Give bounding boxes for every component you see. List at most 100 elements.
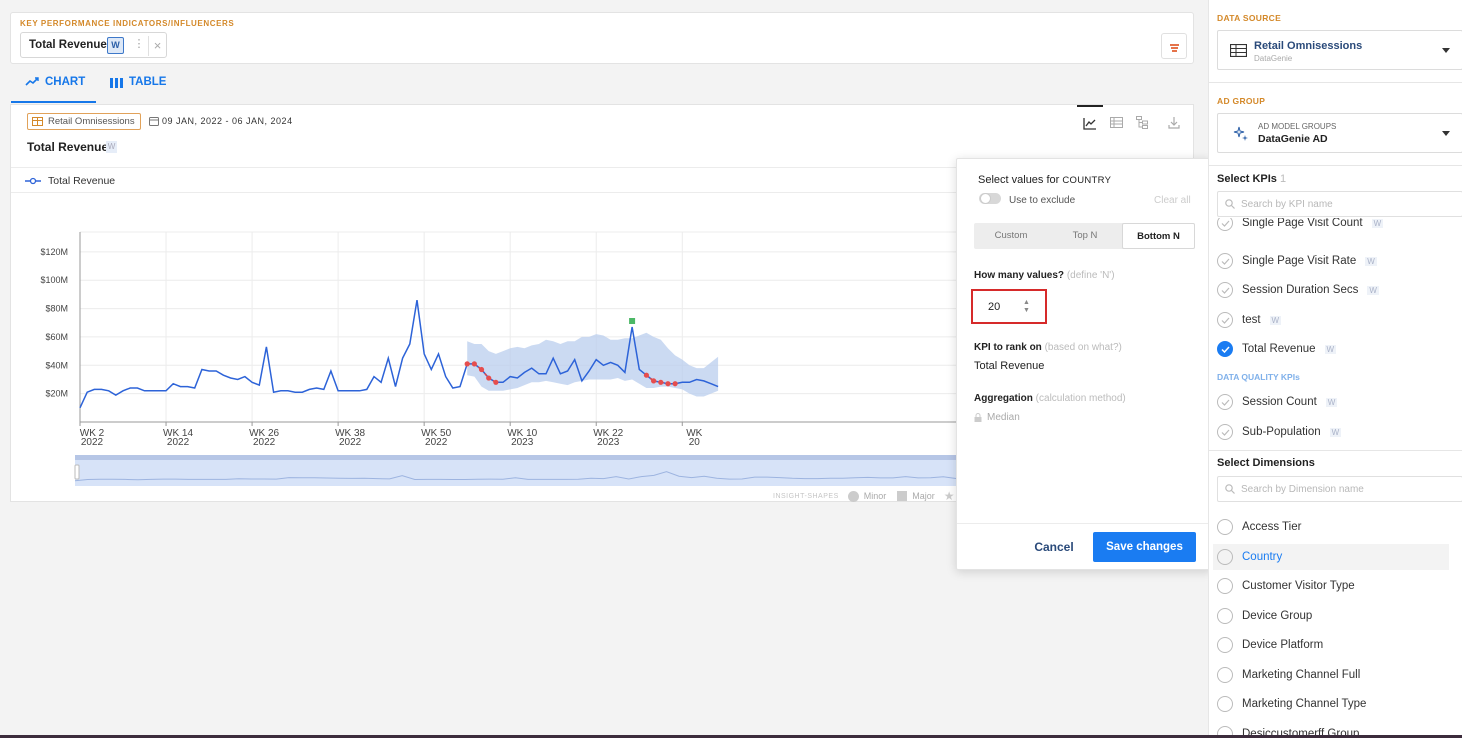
dimension-label: Marketing Channel Full (1242, 669, 1361, 681)
star-icon: ★ (943, 489, 955, 503)
anomaly-minor-point (486, 375, 492, 381)
aggregation-hint: (calculation method) (1035, 393, 1126, 404)
anomaly-minor-point (471, 361, 477, 367)
dimension-label: Customer Visitor Type (1242, 580, 1355, 592)
major-square-icon (897, 491, 908, 501)
dimension-label: Device Platform (1242, 639, 1324, 651)
cancel-button[interactable]: Cancel (1024, 532, 1084, 562)
dq-kpi-item[interactable]: Session Count W (1217, 389, 1449, 415)
insight-minor-label: Minor (863, 491, 887, 501)
n-value[interactable]: 20 (988, 301, 1000, 313)
tab-table-label: TABLE (129, 76, 167, 88)
dq-kpi-item[interactable]: Sub-Population W (1217, 419, 1449, 445)
kpi-chip-badge[interactable]: W (107, 37, 124, 54)
x-tick-year-label: 2022 (167, 437, 190, 448)
check-circle-icon (1217, 253, 1233, 269)
dimension-item[interactable]: Customer Visitor Type (1217, 573, 1449, 599)
check-circle-icon (1217, 394, 1233, 410)
kpi-search-input[interactable]: Search by KPI name (1217, 191, 1462, 217)
ad-group-heading: AD GROUP (1217, 96, 1266, 106)
y-tick-label: $80M (45, 304, 68, 314)
aggregation-value-text: Median (987, 412, 1020, 423)
exclude-toggle-label: Use to exclude (1009, 195, 1076, 206)
kpi-list: Single Page Visit Count W Single Page Vis… (1209, 218, 1462, 366)
tab-chart[interactable]: CHART (11, 65, 96, 103)
segment-custom[interactable]: Custom (974, 223, 1048, 249)
y-tick-label: $40M (45, 360, 68, 370)
kpi-item[interactable]: Single Page Visit Count W (1217, 218, 1449, 236)
data-source-select[interactable]: Retail Omnisessions DataGenie (1217, 30, 1462, 70)
anomaly-minor-point (464, 361, 470, 367)
close-icon[interactable]: × (148, 36, 166, 56)
tab-table[interactable]: TABLE (100, 65, 180, 103)
rank-kpi-value[interactable]: Total Revenue (974, 360, 1044, 372)
insight-legend: INSIGHT-SHAPES Minor Major ★ (773, 489, 955, 503)
select-kpis-title: Select KPIs 1 (1217, 173, 1286, 185)
dimension-label: Device Group (1242, 610, 1313, 622)
radio-circle-icon (1217, 696, 1233, 712)
minor-circle-icon (847, 490, 859, 502)
dimension-item[interactable]: Marketing Channel Type (1217, 691, 1449, 717)
ad-group-name: DataGenie AD (1258, 133, 1328, 145)
kpi-item[interactable]: test W (1217, 307, 1449, 333)
dimension-label: Marketing Channel Type (1242, 698, 1367, 710)
dimension-item[interactable]: Device Group (1217, 603, 1449, 629)
ad-group-select[interactable]: AD MODEL GROUPS DataGenie AD (1217, 113, 1462, 153)
dimension-item-active[interactable]: Country (1213, 544, 1449, 570)
segment-top-n[interactable]: Top N (1048, 223, 1122, 249)
legend-item[interactable]: Total Revenue (25, 175, 115, 187)
dimension-search-input[interactable]: Search by Dimension name (1217, 476, 1462, 502)
legend-line-marker (25, 177, 41, 185)
anomaly-minor-point (643, 372, 650, 378)
x-tick-year-label: 2022 (81, 437, 104, 448)
download-icon[interactable] (1161, 105, 1187, 139)
y-tick-label: $20M (45, 389, 68, 399)
save-changes-button[interactable]: Save changes (1093, 532, 1196, 562)
kpi-heading: KEY PERFORMANCE INDICATORS/INFLUENCERS (20, 19, 235, 28)
n-value-stepper[interactable]: 20 ▲ ▼ (971, 289, 1047, 324)
kpi-label: Single Page Visit Count (1242, 218, 1363, 229)
search-icon (1225, 199, 1235, 209)
anomaly-minor-point (651, 378, 657, 384)
stepper-arrows-icon[interactable]: ▲ ▼ (1023, 299, 1030, 315)
kpi-chip[interactable]: Total Revenue W ⋮ × (20, 32, 167, 58)
x-tick-year-label: 2023 (597, 437, 620, 448)
dimension-search-placeholder: Search by Dimension name (1241, 484, 1364, 495)
search-icon (1225, 484, 1235, 494)
dimension-item[interactable]: Device Platform (1217, 632, 1449, 658)
kpi-item-selected[interactable]: Total Revenue W (1217, 336, 1449, 362)
popover-title-dimension: COUNTRY (1062, 175, 1112, 186)
segment-bottom-n[interactable]: Bottom N (1122, 223, 1195, 249)
lock-icon (974, 413, 982, 422)
ad-group-sub: AD MODEL GROUPS (1258, 122, 1337, 131)
table-view-icon[interactable] (1103, 105, 1129, 139)
hierarchy-icon[interactable] (1129, 105, 1155, 139)
rank-on-hint: (based on what?) (1044, 342, 1122, 353)
dimension-item[interactable]: Access Tier (1217, 514, 1449, 540)
data-source-name: Retail Omnisessions (1254, 40, 1363, 52)
more-options-icon[interactable]: ⋮ (133, 37, 145, 50)
anomaly-minor-point (665, 381, 671, 387)
dimension-label: Country (1242, 551, 1283, 563)
data-source-sub: DataGenie (1254, 54, 1293, 63)
line-chart-icon[interactable] (1077, 105, 1103, 139)
sort-lines-icon[interactable] (1161, 33, 1187, 59)
chart-title: Total Revenue (27, 140, 109, 154)
clear-all-link[interactable]: Clear all (1154, 195, 1191, 206)
kpi-badge: W (1367, 285, 1379, 295)
chart-title-badge: W (106, 141, 117, 153)
right-panel: DATA SOURCE Retail Omnisessions DataGeni… (1208, 0, 1462, 738)
rank-on-label: KPI to rank on (based on what?) (974, 342, 1122, 353)
aggregation-label: Aggregation (calculation method) (974, 393, 1126, 404)
dimension-item[interactable]: Marketing Channel Full (1217, 662, 1449, 688)
dimension-list: Access Tier Country Customer Visitor Typ… (1209, 510, 1462, 738)
kpi-item[interactable]: Session Duration Secs W (1217, 277, 1449, 303)
kpi-badge: W (1329, 427, 1342, 437)
selection-mode-segmented: Custom Top N Bottom N (974, 223, 1195, 249)
radio-circle-icon (1217, 667, 1233, 683)
exclude-toggle-knob (980, 193, 991, 204)
kpi-chip-label: Total Revenue (29, 39, 107, 51)
kpi-badge: W (1325, 397, 1338, 407)
kpi-item[interactable]: Single Page Visit Rate W (1217, 248, 1449, 274)
kpi-label: Session Count (1242, 396, 1317, 408)
